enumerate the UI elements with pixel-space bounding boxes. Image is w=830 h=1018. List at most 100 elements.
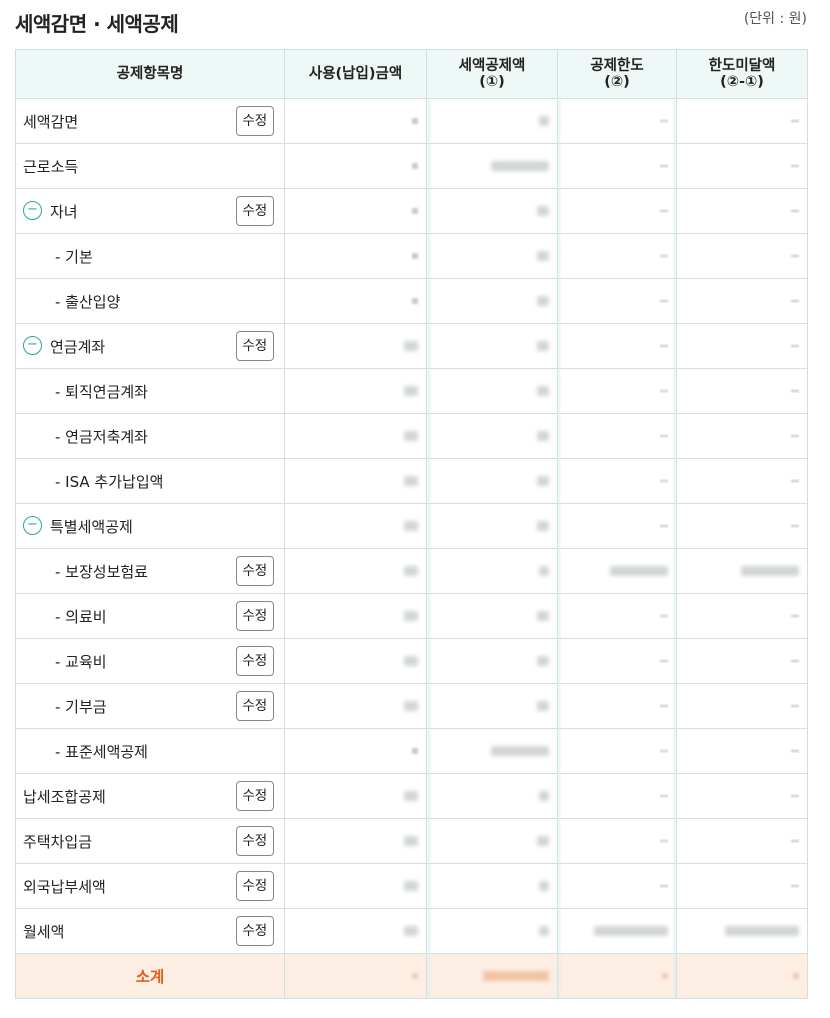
row-label: - 교육비 [55,652,107,671]
row-action-cell: 수정 [225,773,286,819]
masked-value [404,341,419,351]
row-label: - 의료비 [55,607,107,626]
empty-value-mark [660,209,669,213]
table-row: - 기본 [15,233,809,279]
masked-value [539,791,550,801]
masked-value [537,296,550,306]
empty-value-mark [791,704,800,708]
masked-value [404,881,419,891]
row-name-cell: − 특별세액공제 [15,503,226,549]
col-header-remaining: 한도미달액 (②-①) [676,49,809,99]
col-header-credit: 세액공제액 (①) [426,49,559,99]
tax-credit-cell [426,593,559,639]
table-row: - ISA 추가납입액 [15,458,809,504]
masked-value [537,251,550,261]
used-amount-cell [284,863,428,909]
empty-value-mark [660,839,669,843]
row-name-cell: 근로소득 [15,143,226,189]
masked-value [483,971,550,981]
remaining-limit-cell [676,683,809,729]
empty-value-mark [791,524,800,528]
masked-value [537,341,550,351]
edit-button[interactable]: 수정 [235,781,274,811]
masked-value [491,161,550,171]
row-name-cell: - 표준세액공제 [15,728,226,774]
row-action-cell [225,728,286,774]
edit-button[interactable]: 수정 [235,331,274,361]
edit-button[interactable]: 수정 [235,556,274,586]
col-header-limit-text: 공제한도 (②) [590,58,644,90]
masked-value [412,253,419,259]
row-action-cell: 수정 [225,683,286,729]
masked-value [404,656,419,666]
remaining-limit-cell [676,773,809,819]
tax-credit-cell [426,368,559,414]
row-name-cell: − 자녀 [15,188,226,234]
table-row: - 출산입양 [15,278,809,324]
row-name-cell: 주택차입금 [15,818,226,864]
remaining-limit-cell [676,323,809,369]
deduction-limit-cell [557,278,678,324]
tax-credit-cell [426,773,559,819]
deduction-limit-cell [557,233,678,279]
masked-value [404,386,419,396]
deduction-limit-cell [557,908,678,954]
row-label: - 출산입양 [55,292,121,311]
empty-value-mark [660,704,669,708]
masked-value [412,298,419,304]
edit-button[interactable]: 수정 [235,646,274,676]
collapse-toggle-icon[interactable]: − [23,335,42,355]
remaining-limit-cell [676,593,809,639]
col-header-remaining-text: 한도미달액 (②-①) [708,58,776,90]
row-label: - 기본 [55,247,93,266]
row-name-cell: - 의료비 [15,593,226,639]
row-action-cell [225,233,286,279]
row-action-cell: 수정 [225,323,286,369]
table-row: 근로소득 [15,143,809,189]
table-row: - 연금저축계좌 [15,413,809,459]
edit-button[interactable]: 수정 [235,601,274,631]
empty-value-mark [660,614,669,618]
edit-button[interactable]: 수정 [235,826,274,856]
empty-value-mark [660,794,669,798]
remaining-limit-cell [676,908,809,954]
col-header-item: 공제항목명 [14,49,286,99]
masked-value [741,566,800,576]
masked-value [725,926,800,936]
table-row: 외국납부세액 수정 [15,863,809,909]
remaining-limit-cell [676,458,809,504]
masked-value [412,208,419,214]
masked-value [404,611,419,621]
subtotal-row: 소계 [14,953,809,999]
tax-credit-cell [426,413,559,459]
remaining-limit-cell [676,188,809,234]
remaining-limit-cell [676,413,809,459]
empty-value-mark [660,254,669,258]
remaining-limit-cell [676,818,809,864]
empty-value-mark [791,659,800,663]
deduction-limit-cell [557,98,678,144]
row-label: 월세액 [23,922,65,941]
masked-value [594,926,669,936]
deduction-limit-cell [557,323,678,369]
row-label: - 기부금 [55,697,107,716]
edit-button[interactable]: 수정 [235,106,274,136]
row-name-cell: - 교육비 [15,638,226,684]
used-amount-cell [284,188,428,234]
used-amount-cell [284,143,428,189]
table-row: − 자녀 수정 [15,188,809,234]
subtotal-limit [557,953,678,999]
row-label: 특별세액공제 [50,517,133,536]
masked-value [537,521,550,531]
row-name-cell: - 보장성보험료 [15,548,226,594]
deduction-limit-cell [557,368,678,414]
masked-value [537,431,550,441]
collapse-toggle-icon[interactable]: − [23,200,42,220]
edit-button[interactable]: 수정 [235,196,274,226]
masked-value [404,701,419,711]
edit-button[interactable]: 수정 [235,916,274,946]
masked-value [491,746,550,756]
edit-button[interactable]: 수정 [235,871,274,901]
collapse-toggle-icon[interactable]: − [23,515,42,535]
edit-button[interactable]: 수정 [235,691,274,721]
